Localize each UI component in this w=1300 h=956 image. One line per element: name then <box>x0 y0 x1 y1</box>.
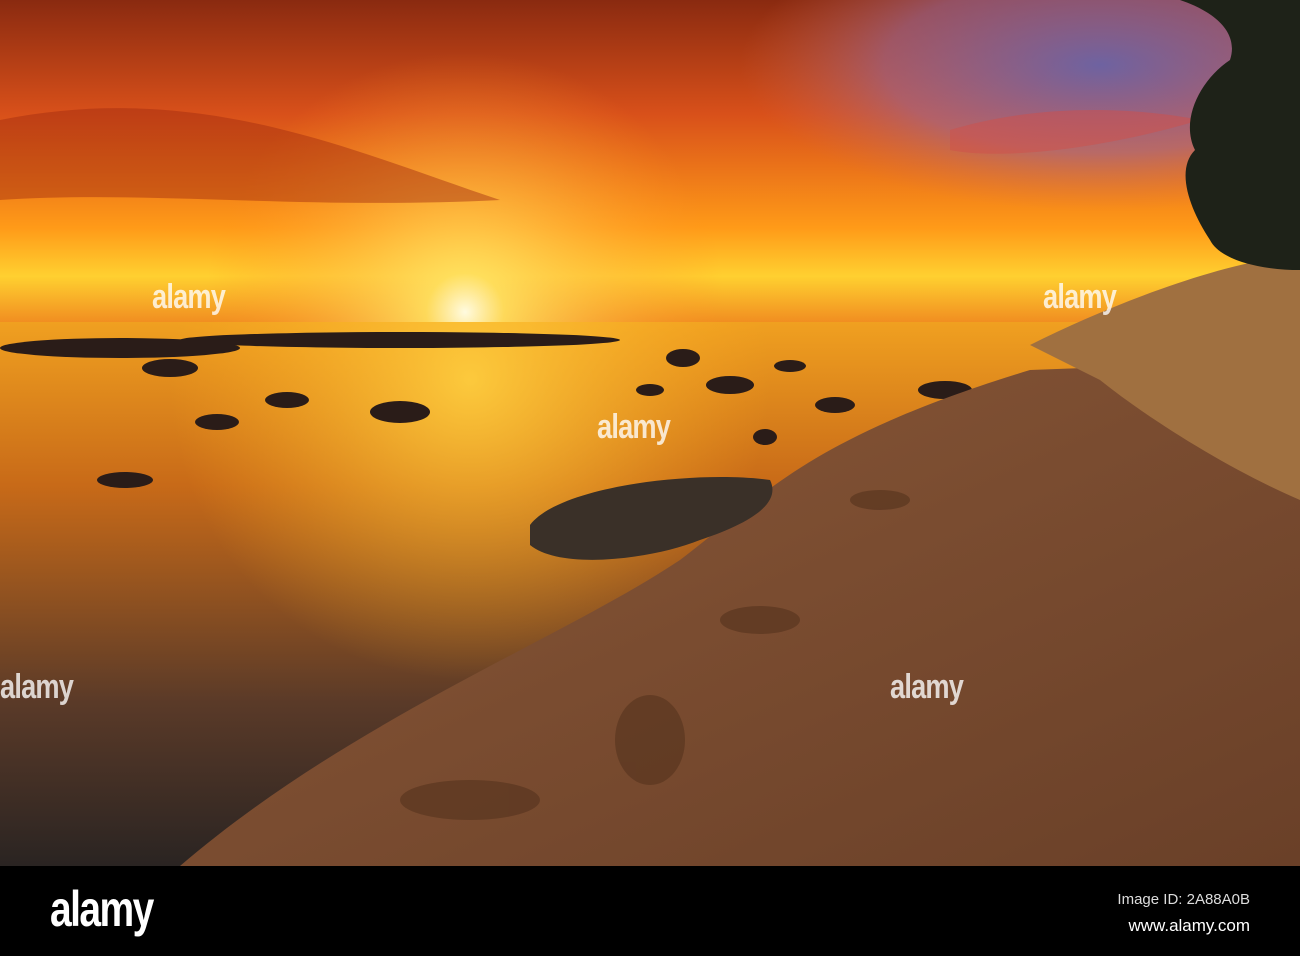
watermark-text: alamy <box>890 668 964 706</box>
image-id: Image ID: 2A88A0B <box>1117 891 1250 908</box>
watermark-text: alamy <box>1043 278 1117 316</box>
alamy-logo: alamy <box>50 881 154 937</box>
footer-bar: alamy Image ID: 2A88A0B www.alamy.com <box>0 866 1300 956</box>
watermark-text: alamy <box>597 408 671 446</box>
website-url: www.alamy.com <box>1128 916 1250 935</box>
watermark-text: alamy <box>0 668 74 706</box>
stock-photo: alamy alamy alamy alamy alamy alamy Imag… <box>0 0 1300 956</box>
watermark-text: alamy <box>152 278 226 316</box>
